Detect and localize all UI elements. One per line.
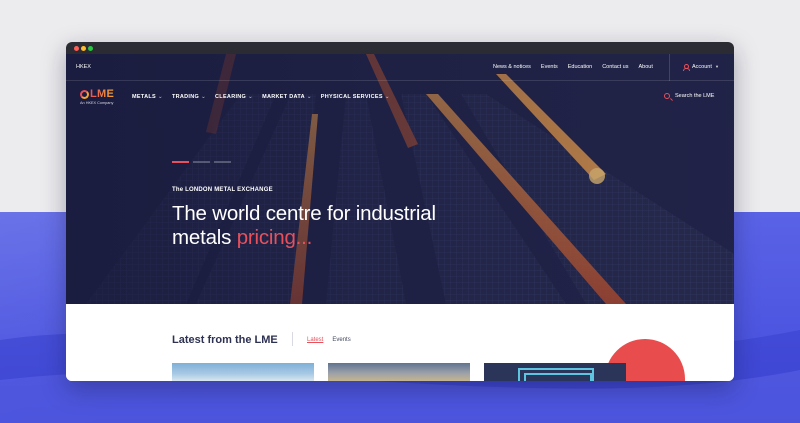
hero-eyebrow: The LONDON METAL EXCHANGE bbox=[172, 187, 273, 193]
nav-item-metals[interactable]: METALS ⌄ bbox=[132, 94, 163, 100]
nav-item-physical-services[interactable]: PHYSICAL SERVICES ⌄ bbox=[321, 94, 390, 100]
latest-section: Latest from the LME Latest Events bbox=[66, 304, 734, 381]
hero-section: HKEX News & notices Events Education Con… bbox=[66, 54, 734, 304]
account-menu[interactable]: Account ▾ bbox=[682, 64, 719, 71]
events-link[interactable]: Events bbox=[541, 64, 558, 70]
news-card-image-3[interactable] bbox=[484, 363, 626, 381]
logo-text: LME bbox=[90, 88, 115, 100]
nav-item-trading[interactable]: TRADING ⌄ bbox=[172, 94, 206, 100]
title-divider bbox=[292, 332, 293, 346]
account-divider bbox=[669, 54, 670, 81]
hero-headline: The world centre for industrial metals p… bbox=[172, 202, 436, 250]
user-icon bbox=[682, 64, 690, 71]
carousel-dot-3[interactable] bbox=[214, 161, 231, 163]
education-link[interactable]: Education bbox=[568, 64, 592, 70]
news-card-image-2[interactable] bbox=[328, 363, 470, 381]
minimize-dot[interactable] bbox=[81, 46, 86, 51]
contact-us-link[interactable]: Contact us bbox=[602, 64, 628, 70]
news-notices-link[interactable]: News & notices bbox=[493, 64, 531, 70]
browser-window: HKEX News & notices Events Education Con… bbox=[66, 42, 734, 381]
headline-line-1: The world centre for industrial bbox=[172, 202, 436, 225]
latest-tabs: Latest Events bbox=[307, 337, 351, 343]
chevron-down-icon: ⌄ bbox=[248, 94, 254, 100]
logo-mark: LME bbox=[80, 88, 114, 100]
utility-bar: HKEX News & notices Events Education Con… bbox=[66, 54, 734, 81]
hero-text: The LONDON METAL EXCHANGE The world cent… bbox=[172, 187, 436, 250]
nav-menu: METALS ⌄ TRADING ⌄ CLEARING ⌄ MARKET DATA ⌄ … bbox=[132, 94, 390, 100]
section-title: Latest from the LME bbox=[172, 334, 278, 346]
close-dot[interactable] bbox=[74, 46, 79, 51]
carousel-dot-2[interactable] bbox=[193, 161, 210, 163]
news-card-image-1[interactable] bbox=[172, 363, 314, 381]
about-link[interactable]: About bbox=[639, 64, 653, 70]
search-icon bbox=[664, 93, 670, 99]
headline-accent: pricing... bbox=[236, 226, 313, 249]
maximize-dot[interactable] bbox=[88, 46, 93, 51]
main-navigation: LME An HKEX Company METALS ⌄ TRADING ⌄ CLE… bbox=[66, 82, 734, 112]
chevron-down-icon: ⌄ bbox=[384, 94, 390, 100]
nav-item-clearing[interactable]: CLEARING ⌄ bbox=[215, 94, 253, 100]
carousel-indicators bbox=[172, 161, 231, 163]
card-graphic bbox=[518, 368, 594, 381]
utility-links: News & notices Events Education Contact … bbox=[493, 64, 653, 70]
hkex-link[interactable]: HKEX bbox=[76, 64, 91, 70]
chevron-down-icon: ⌄ bbox=[306, 94, 312, 100]
logo-ring-icon bbox=[80, 89, 89, 99]
tab-latest[interactable]: Latest bbox=[307, 337, 323, 343]
logo-subtitle: An HKEX Company bbox=[80, 101, 114, 105]
chevron-down-icon: ▾ bbox=[715, 64, 719, 69]
chevron-down-icon: ⌄ bbox=[158, 94, 163, 100]
search-label: Search the LME bbox=[675, 93, 715, 99]
nav-item-market-data[interactable]: MARKET DATA ⌄ bbox=[262, 94, 312, 100]
window-titlebar bbox=[66, 42, 734, 54]
chevron-down-icon: ⌄ bbox=[201, 94, 207, 100]
carousel-dot-1[interactable] bbox=[172, 161, 189, 163]
lme-logo[interactable]: LME An HKEX Company bbox=[80, 88, 114, 105]
search-button[interactable]: Search the LME bbox=[664, 93, 714, 99]
tab-events[interactable]: Events bbox=[332, 337, 350, 343]
headline-line-2: metals pricing... bbox=[172, 226, 313, 249]
account-label: Account bbox=[692, 64, 712, 70]
